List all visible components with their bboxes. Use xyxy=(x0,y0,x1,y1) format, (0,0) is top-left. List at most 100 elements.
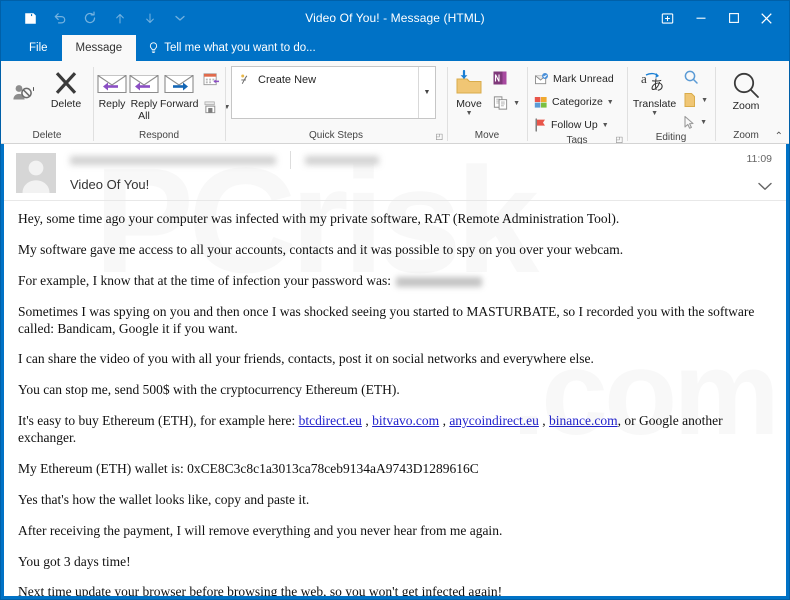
body-paragraph-10: After receiving the payment, I will remo… xyxy=(18,522,503,538)
body-paragraph-8-wallet: My Ethereum (ETH) wallet is: 0xCE8C3c8c1… xyxy=(18,460,479,476)
tell-me-search[interactable]: Tell me what you want to do... xyxy=(136,35,316,61)
mark-unread-button[interactable]: Mark Unread xyxy=(530,69,618,89)
delete-button[interactable]: Delete xyxy=(44,65,88,110)
collapse-ribbon-icon[interactable]: ⌃ xyxy=(775,132,783,142)
junk-button[interactable] xyxy=(4,65,44,107)
quick-steps-list: Create New xyxy=(232,67,418,118)
ribbon-group-label-move: Move xyxy=(474,129,500,141)
quick-steps-gallery[interactable]: Create New ▼ xyxy=(231,66,436,119)
redo-icon[interactable] xyxy=(75,5,105,31)
ribbon-group-label-respond: Respond xyxy=(138,129,180,141)
ribbon-display-options-icon[interactable] xyxy=(651,4,684,32)
link-btcdirect[interactable]: btcdirect.eu xyxy=(299,413,362,428)
ribbon-group-tags: Mark Unread Categorize ▼ Follow Up ▼ Tag… xyxy=(527,61,627,146)
zoom-button-label: Zoom xyxy=(732,100,760,112)
outlook-message-window: Video Of You! - Message (HTML) File Mess… xyxy=(0,0,790,600)
window-controls xyxy=(651,4,789,32)
meeting-icon xyxy=(203,72,219,85)
mark-unread-icon xyxy=(535,72,548,84)
translate-icon: a あ xyxy=(640,68,670,98)
translate-button[interactable]: a あ Translate ▼ xyxy=(630,65,679,117)
close-icon[interactable] xyxy=(750,4,783,32)
body-paragraph-12: Next time update your browser before bro… xyxy=(18,584,503,596)
previous-item-icon[interactable] xyxy=(105,5,135,31)
expand-header-chevron-icon[interactable] xyxy=(758,178,772,196)
ribbon-tabs: File Message Tell me what you want to do… xyxy=(1,35,789,61)
svg-text:a: a xyxy=(641,71,647,86)
message-body-scroll[interactable]: Hey, some time ago your computer was inf… xyxy=(4,201,786,596)
reply-button-label: Reply xyxy=(98,98,126,110)
move-small-buttons: ▼ xyxy=(488,65,524,113)
quick-steps-dialog-launcher-icon[interactable]: ◰ xyxy=(435,132,443,141)
move-caret-icon: ▼ xyxy=(465,110,473,117)
move-folder-icon xyxy=(454,68,484,98)
minimize-icon[interactable] xyxy=(684,4,717,32)
onenote-button[interactable] xyxy=(488,68,524,88)
recipient-redacted xyxy=(305,155,379,165)
onenote-icon xyxy=(493,71,507,85)
link-anycoindirect[interactable]: anycoindirect.eu xyxy=(449,413,539,428)
related-document-icon xyxy=(684,93,696,107)
forward-icon xyxy=(163,68,195,98)
tags-dialog-launcher-icon[interactable]: ◰ xyxy=(615,135,623,144)
select-cursor-icon xyxy=(684,115,694,129)
quick-steps-dropdown-icon[interactable]: ▼ xyxy=(418,67,435,118)
flag-icon xyxy=(535,118,545,132)
delete-x-icon xyxy=(52,68,80,98)
message-timestamp: 11:09 xyxy=(746,153,773,165)
avatar xyxy=(16,153,56,193)
body-paragraph-3: For example, I know that at the time of … xyxy=(18,273,772,290)
find-button[interactable] xyxy=(679,67,712,87)
zoom-button[interactable]: Zoom xyxy=(722,65,770,112)
customize-quick-access-icon[interactable] xyxy=(165,5,195,31)
ribbon-group-label-editing: Editing xyxy=(655,132,687,143)
message-subject: Video Of You! xyxy=(70,177,150,192)
body-paragraph-6: You can stop me, send 500$ with the cryp… xyxy=(18,382,400,398)
forward-button-label: Forward xyxy=(160,98,199,110)
reply-button[interactable]: Reply xyxy=(96,65,128,110)
message-header-details: Video Of You! xyxy=(56,151,776,200)
save-icon[interactable] xyxy=(15,5,45,31)
maximize-icon[interactable] xyxy=(717,4,750,32)
forward-button[interactable]: Forward xyxy=(160,65,199,110)
quick-step-create-new[interactable]: Create New xyxy=(239,73,418,86)
ribbon-group-move: Move ▼ ▼ Move xyxy=(447,61,527,143)
rules-caret-icon: ▼ xyxy=(513,99,520,107)
create-new-icon xyxy=(241,74,248,84)
related-button[interactable]: ▼ xyxy=(679,90,712,110)
zoom-magnifier-icon xyxy=(731,70,761,100)
quick-access-toolbar xyxy=(1,5,195,31)
reply-all-button-label-line2: All xyxy=(138,110,150,122)
link-comma-3: , xyxy=(538,413,550,429)
link-comma-1: , xyxy=(361,413,373,429)
person-placeholder-icon xyxy=(22,160,50,193)
body-paragraph-7: It's easy to buy Ethereum (ETH), for exa… xyxy=(18,413,772,447)
categorize-caret-icon: ▼ xyxy=(606,98,614,106)
mark-unread-label: Mark Unread xyxy=(553,73,614,85)
undo-icon[interactable] xyxy=(45,5,75,31)
categorize-button[interactable]: Categorize ▼ xyxy=(530,92,618,112)
categorize-label: Categorize xyxy=(552,96,603,108)
move-button[interactable]: Move ▼ xyxy=(450,65,488,117)
select-button[interactable]: ▼ xyxy=(679,112,712,132)
reply-all-button-label-line1: Reply xyxy=(130,98,158,110)
body-paragraph-9: Yes that's how the wallet looks like, co… xyxy=(18,491,310,507)
follow-up-label: Follow Up xyxy=(551,119,598,131)
tab-file[interactable]: File xyxy=(15,35,62,61)
next-item-icon[interactable] xyxy=(135,5,165,31)
rules-button[interactable]: ▼ xyxy=(488,93,524,113)
link-bitvavo[interactable]: bitvavo.com xyxy=(372,413,439,428)
header-separator xyxy=(290,151,291,169)
link-binance[interactable]: binance.com xyxy=(549,413,618,428)
ribbon-group-delete: Delete Delete xyxy=(1,61,93,143)
reply-all-button[interactable]: Reply All xyxy=(128,65,160,122)
tab-message[interactable]: Message xyxy=(61,35,137,61)
translate-caret-icon: ▼ xyxy=(651,110,658,117)
ribbon: Delete Delete Reply Reply All Forward ▼ … xyxy=(1,61,789,146)
body-paragraph-2: My software gave me access to all your a… xyxy=(18,241,624,257)
message-body: Hey, some time ago your computer was inf… xyxy=(18,211,772,596)
follow-up-button[interactable]: Follow Up ▼ xyxy=(530,115,618,135)
password-redacted xyxy=(396,276,483,287)
ribbon-group-label-quick-steps: Quick Steps ◰ xyxy=(225,127,447,143)
password-line-prefix: For example, I know that at the time of … xyxy=(18,272,392,288)
